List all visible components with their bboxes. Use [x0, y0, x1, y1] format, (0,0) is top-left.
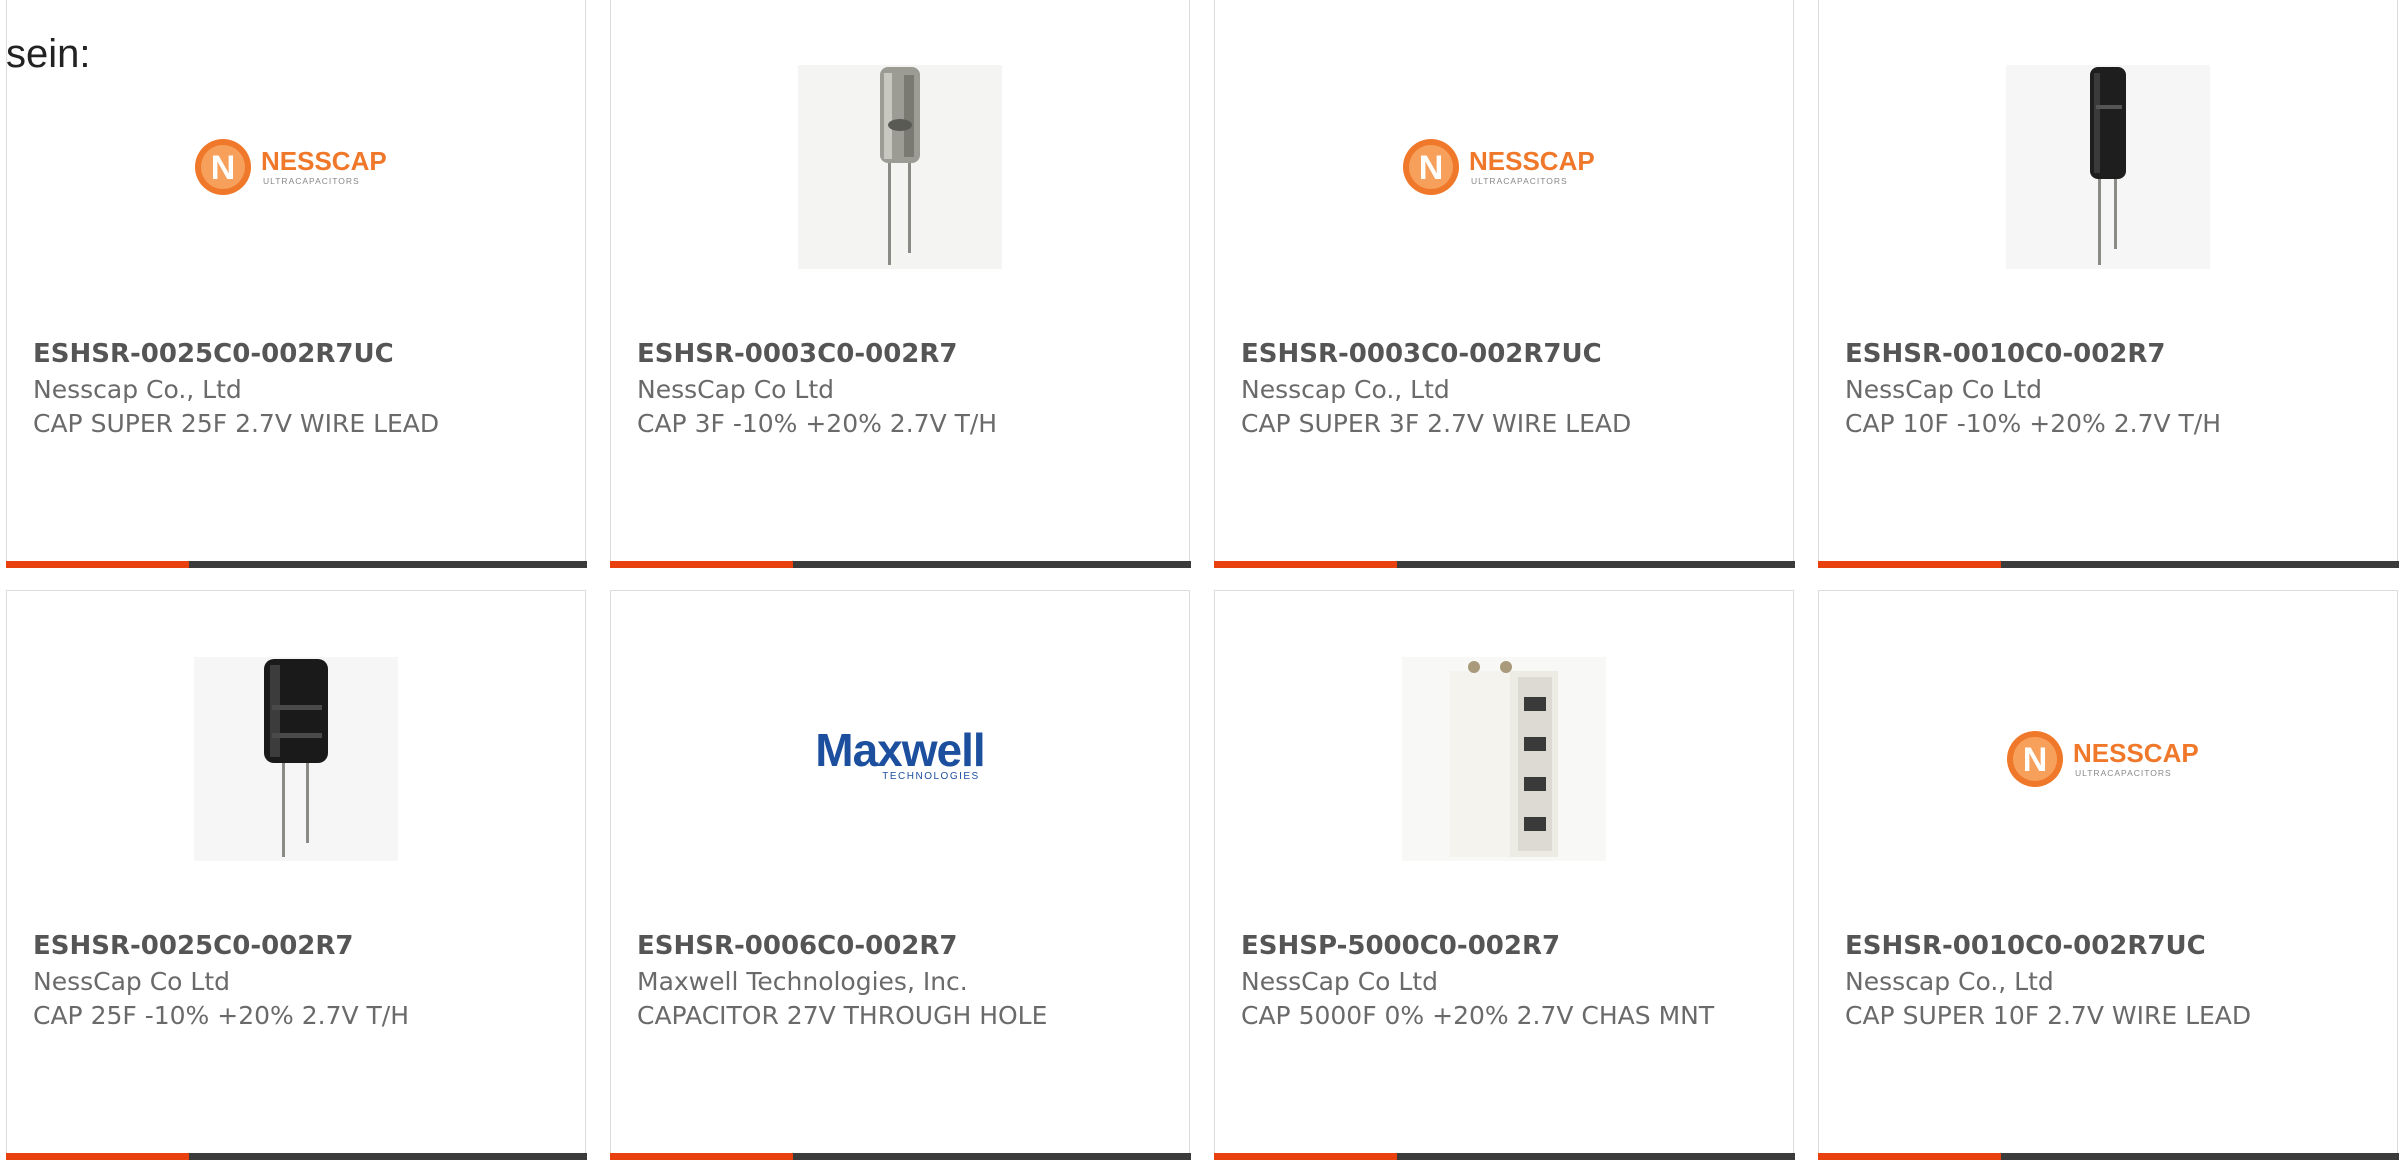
product-grid: N NESSCAP ULTRACAPACITORS ESHSR-0025C0-0…: [5, 0, 2400, 1161]
product-image[interactable]: N NESSCAP ULTRACAPACITORS: [1215, 65, 1793, 269]
manufacturer: Maxwell Technologies, Inc.: [637, 967, 968, 996]
svg-text:ULTRACAPACITORS: ULTRACAPACITORS: [263, 176, 360, 186]
product-card[interactable]: N NESSCAP ULTRACAPACITORS ESHSR-0003C0-0…: [1213, 0, 1795, 568]
description: CAP 25F -10% +20% 2.7V T/H: [33, 1001, 410, 1030]
description: CAP 3F -10% +20% 2.7V T/H: [637, 409, 998, 438]
description: CAP 10F -10% +20% 2.7V T/H: [1845, 409, 2222, 438]
card-accent-bar: [1817, 561, 2001, 568]
nesscap-logo-icon: N NESSCAP ULTRACAPACITORS: [2007, 731, 2199, 787]
part-number[interactable]: ESHSR-0010C0-002R7: [1845, 337, 2166, 371]
intro-text: sein:: [6, 32, 91, 76]
maxwell-logo-icon: Maxwell TECHNOLOGIES: [815, 724, 985, 782]
manufacturer: NessCap Co Ltd: [1241, 967, 1439, 996]
card-bottom-bar: [5, 1153, 587, 1160]
part-number[interactable]: ESHSR-0003C0-002R7UC: [1241, 337, 1602, 371]
product-card[interactable]: ESHSR-0010C0-002R7 NessCap Co Ltd CAP 10…: [1817, 0, 2399, 568]
svg-text:NESSCAP: NESSCAP: [261, 146, 387, 176]
nesscap-logo-icon: N NESSCAP ULTRACAPACITORS: [195, 139, 387, 195]
card-accent-bar: [5, 1153, 189, 1160]
product-image[interactable]: N NESSCAP ULTRACAPACITORS: [7, 65, 585, 269]
product-image[interactable]: Maxwell TECHNOLOGIES: [611, 657, 1189, 861]
card-accent-bar: [609, 1153, 793, 1160]
svg-text:TECHNOLOGIES: TECHNOLOGIES: [882, 771, 979, 782]
part-number[interactable]: ESHSR-0025C0-002R7: [33, 929, 354, 963]
capacitor-icon: [1402, 657, 1606, 861]
card-bottom-bar: [1817, 1153, 2399, 1160]
manufacturer: Nesscap Co., Ltd: [1845, 967, 2054, 996]
svg-text:NESSCAP: NESSCAP: [2073, 738, 2199, 768]
svg-text:NESSCAP: NESSCAP: [1469, 146, 1595, 176]
manufacturer: NessCap Co Ltd: [33, 967, 231, 996]
part-number[interactable]: ESHSR-0003C0-002R7: [637, 337, 958, 371]
svg-text:N: N: [2023, 741, 2048, 779]
card-bottom-bar: [1817, 561, 2399, 568]
card-bottom-bar: [609, 561, 1191, 568]
svg-text:N: N: [211, 149, 236, 187]
card-accent-bar: [609, 561, 793, 568]
capacitor-icon: [798, 65, 1002, 269]
description: CAP SUPER 3F 2.7V WIRE LEAD: [1241, 409, 1632, 438]
product-image[interactable]: [611, 65, 1189, 269]
manufacturer: Nesscap Co., Ltd: [33, 375, 242, 404]
manufacturer: Nesscap Co., Ltd: [1241, 375, 1450, 404]
product-image[interactable]: [1215, 657, 1793, 861]
product-card[interactable]: N NESSCAP ULTRACAPACITORS ESHSR-0025C0-0…: [5, 0, 587, 568]
svg-text:ULTRACAPACITORS: ULTRACAPACITORS: [2075, 768, 2172, 778]
product-image[interactable]: [7, 657, 585, 861]
product-image[interactable]: [1819, 65, 2397, 269]
card-bottom-bar: [5, 561, 587, 568]
nesscap-logo-icon: N NESSCAP ULTRACAPACITORS: [1403, 139, 1595, 195]
description: CAPACITOR 27V THROUGH HOLE: [637, 1001, 1048, 1030]
svg-text:Maxwell: Maxwell: [815, 724, 984, 776]
part-number[interactable]: ESHSR-0006C0-002R7: [637, 929, 958, 963]
svg-text:ULTRACAPACITORS: ULTRACAPACITORS: [1471, 176, 1568, 186]
part-number[interactable]: ESHSR-0010C0-002R7UC: [1845, 929, 2206, 963]
card-accent-bar: [1213, 1153, 1397, 1160]
product-image[interactable]: N NESSCAP ULTRACAPACITORS: [1819, 657, 2397, 861]
product-card[interactable]: N NESSCAP ULTRACAPACITORS ESHSR-0010C0-0…: [1817, 590, 2399, 1160]
product-card[interactable]: ESHSR-0025C0-002R7 NessCap Co Ltd CAP 25…: [5, 590, 587, 1160]
svg-text:N: N: [1419, 149, 1444, 187]
page: sein: N NESSCAP ULTRACAPACITORS ESHSR-00…: [0, 0, 2400, 1161]
card-accent-bar: [5, 561, 189, 568]
card-bottom-bar: [1213, 1153, 1795, 1160]
card-accent-bar: [1213, 561, 1397, 568]
manufacturer: NessCap Co Ltd: [1845, 375, 2043, 404]
description: CAP 5000F 0% +20% 2.7V CHAS MNT: [1241, 1001, 1715, 1030]
card-bottom-bar: [609, 1153, 1191, 1160]
product-card[interactable]: ESHSP-5000C0-002R7 NessCap Co Ltd CAP 50…: [1213, 590, 1795, 1160]
part-number[interactable]: ESHSP-5000C0-002R7: [1241, 929, 1560, 963]
manufacturer: NessCap Co Ltd: [637, 375, 835, 404]
capacitor-icon: [194, 657, 398, 861]
description: CAP SUPER 25F 2.7V WIRE LEAD: [33, 409, 440, 438]
product-card[interactable]: ESHSR-0003C0-002R7 NessCap Co Ltd CAP 3F…: [609, 0, 1191, 568]
card-bottom-bar: [1213, 561, 1795, 568]
description: CAP SUPER 10F 2.7V WIRE LEAD: [1845, 1001, 2252, 1030]
part-number[interactable]: ESHSR-0025C0-002R7UC: [33, 337, 394, 371]
card-accent-bar: [1817, 1153, 2001, 1160]
capacitor-icon: [2006, 65, 2210, 269]
product-card[interactable]: Maxwell TECHNOLOGIES ESHSR-0006C0-002R7 …: [609, 590, 1191, 1160]
